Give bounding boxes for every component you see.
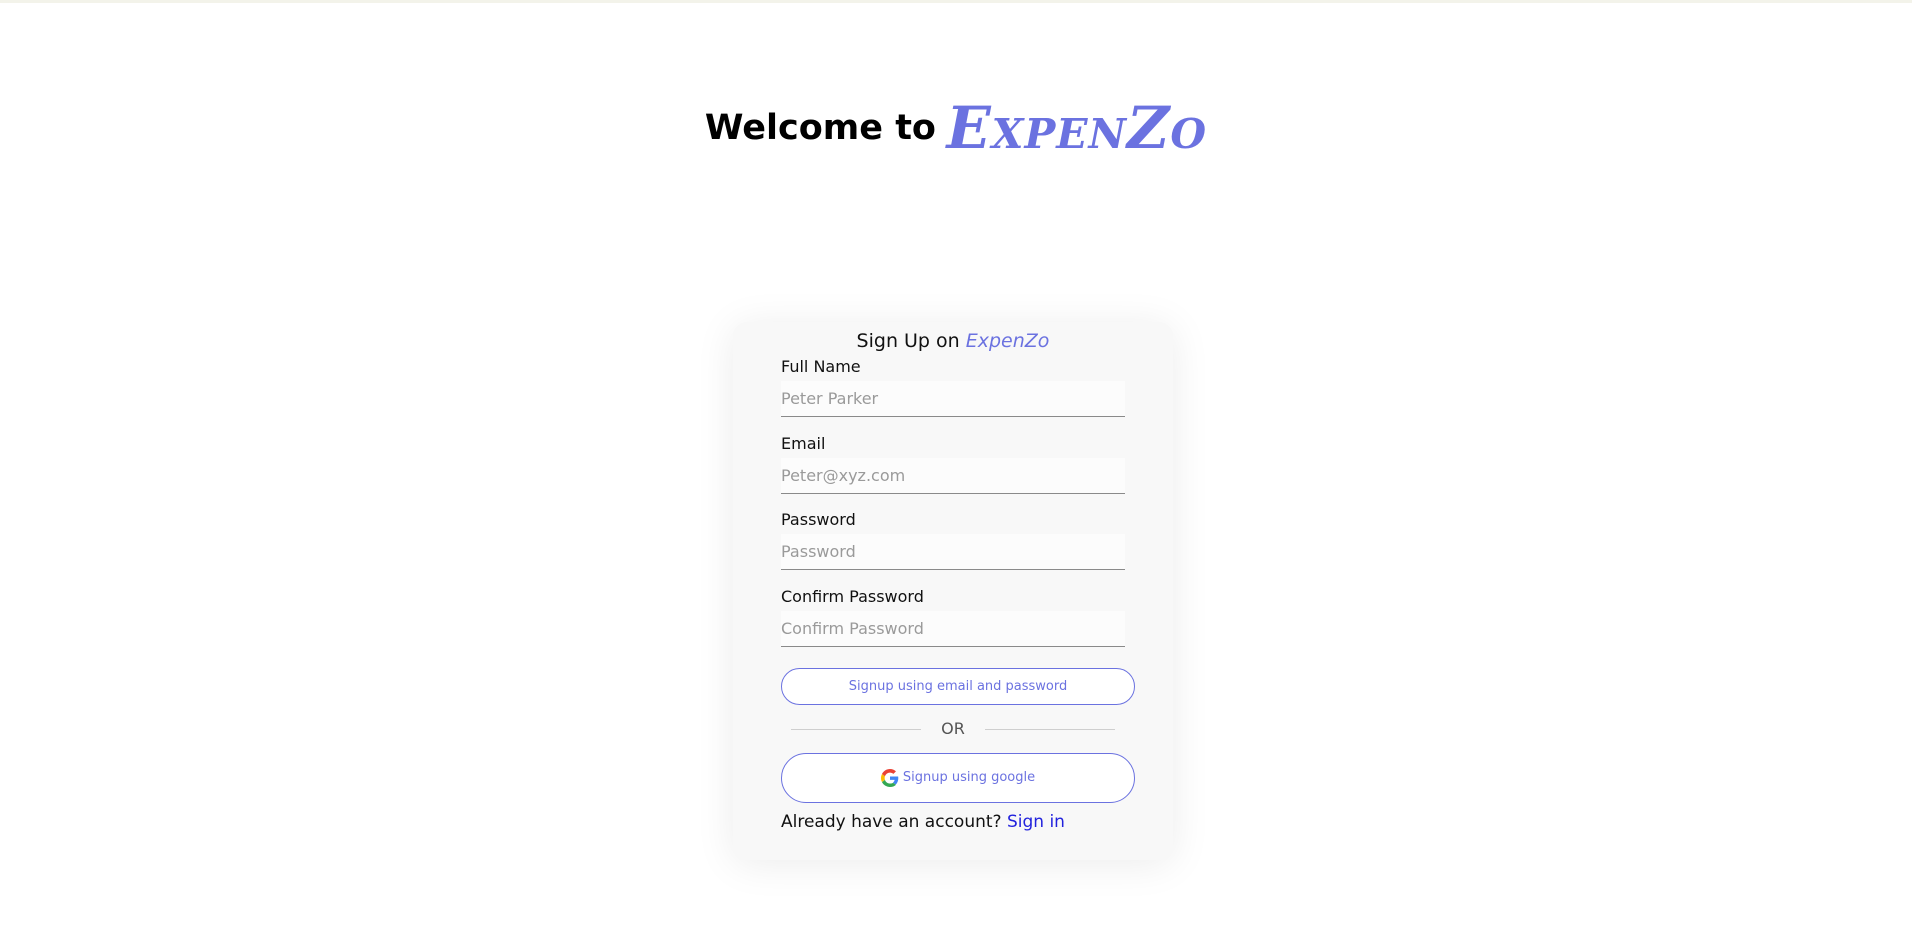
signup-email-button[interactable]: Signup using email and password [781, 668, 1135, 705]
welcome-heading: Welcome to ExpenZo [0, 94, 1912, 162]
full-name-field: Full Name [781, 356, 1125, 417]
signin-link[interactable]: Sign in [1007, 812, 1065, 832]
signup-google-button-label: Signup using google [902, 770, 1036, 785]
email-label: Email [781, 434, 826, 453]
confirm-password-label: Confirm Password [781, 587, 924, 606]
google-icon [880, 768, 899, 787]
full-name-input[interactable] [781, 381, 1125, 417]
signup-title: Sign Up on ExpenZo [733, 330, 1173, 352]
divider-line-right [985, 729, 1115, 730]
email-input[interactable] [781, 458, 1125, 494]
signin-row: Already have an account? Sign in [781, 812, 1065, 832]
signin-prompt: Already have an account? [781, 812, 1002, 832]
welcome-text: Welcome to [704, 108, 936, 148]
confirm-password-field: Confirm Password [781, 586, 1125, 647]
email-field: Email [781, 433, 1125, 494]
password-field: Password [781, 509, 1125, 570]
password-input[interactable] [781, 534, 1125, 570]
brand-logo: ExpenZo [946, 94, 1208, 162]
top-border-line [0, 0, 1912, 3]
signup-title-brand: ExpenZo [965, 330, 1050, 352]
signup-email-button-label: Signup using email and password [848, 679, 1068, 694]
confirm-password-input[interactable] [781, 611, 1125, 647]
or-divider: OR [791, 719, 1115, 739]
password-label: Password [781, 510, 856, 529]
signup-card: Sign Up on ExpenZo Full Name Email Passw… [733, 322, 1173, 860]
full-name-label: Full Name [781, 357, 861, 376]
signup-title-prefix: Sign Up on [856, 330, 960, 352]
signup-google-button[interactable]: Signup using google [781, 753, 1135, 803]
